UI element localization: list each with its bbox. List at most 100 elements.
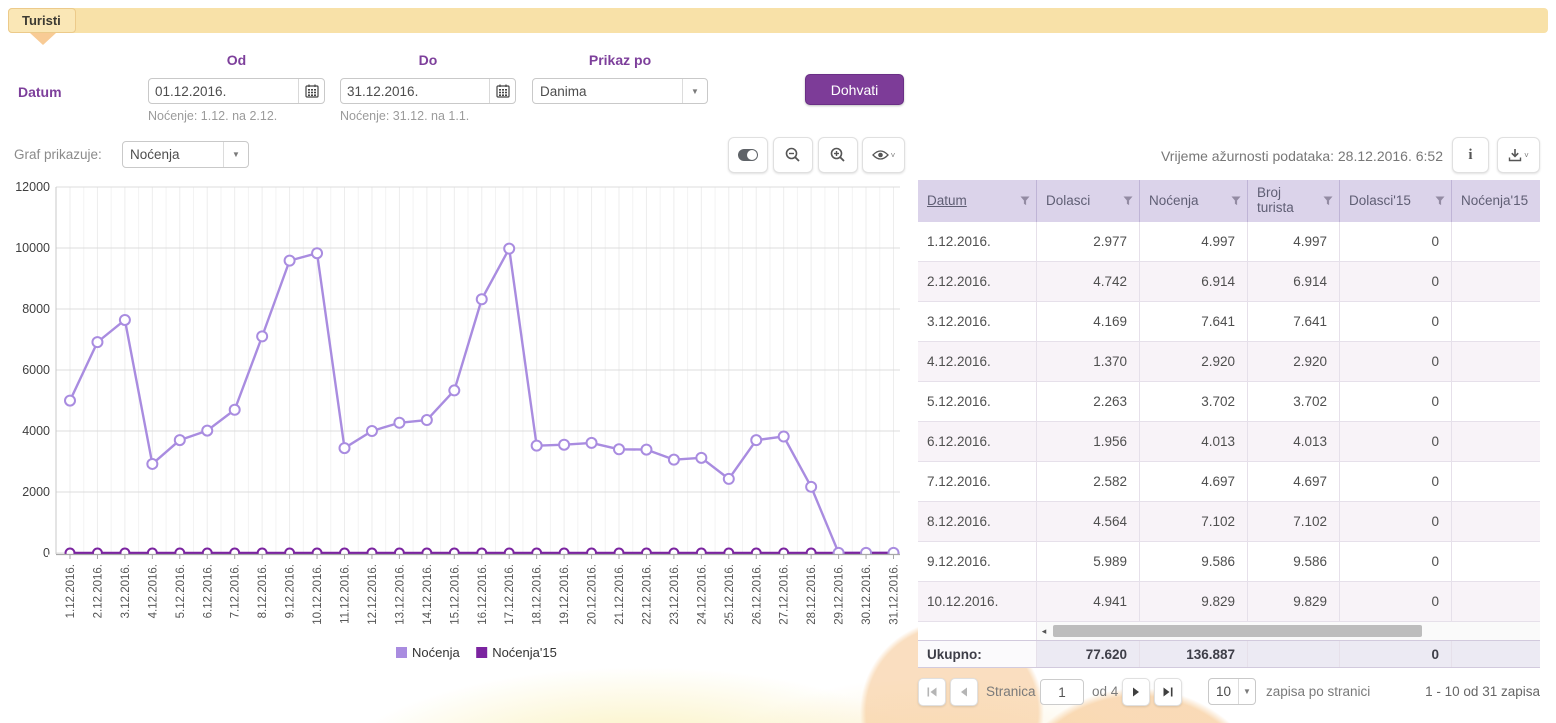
legend-swatch-0[interactable] bbox=[396, 647, 407, 658]
scrollbar-track[interactable] bbox=[1051, 624, 1540, 638]
data-point[interactable] bbox=[696, 453, 706, 463]
table-row[interactable]: 1.12.2016.2.9774.9974.9970 bbox=[918, 222, 1540, 262]
table-row[interactable]: 9.12.2016.5.9899.5869.5860 bbox=[918, 542, 1540, 582]
data-point[interactable] bbox=[120, 315, 130, 325]
data-point[interactable] bbox=[449, 385, 459, 395]
column-header-label[interactable]: Broj turista bbox=[1257, 186, 1319, 216]
data-point[interactable] bbox=[477, 294, 487, 304]
x-axis-tick-label: 3.12.2016. bbox=[120, 564, 132, 618]
data-point[interactable] bbox=[669, 455, 679, 465]
pagination-first-button[interactable] bbox=[918, 678, 946, 706]
data-point[interactable] bbox=[587, 438, 597, 448]
x-axis-tick-label: 12.12.2016. bbox=[367, 564, 379, 625]
column-header-1[interactable]: Dolasci bbox=[1037, 180, 1140, 222]
table-row[interactable]: 10.12.2016.4.9419.8299.8290 bbox=[918, 582, 1540, 622]
data-point[interactable] bbox=[806, 482, 816, 492]
chart-toggle-button[interactable] bbox=[728, 137, 768, 173]
x-axis-tick-label: 8.12.2016. bbox=[257, 564, 269, 618]
filter-icon[interactable] bbox=[1123, 196, 1133, 206]
date-from-calendar-button[interactable] bbox=[298, 79, 324, 103]
pagination-next-button[interactable] bbox=[1122, 678, 1150, 706]
zoom-out-button[interactable] bbox=[773, 137, 813, 173]
data-point[interactable] bbox=[779, 431, 789, 441]
table-row[interactable]: 6.12.2016.1.9564.0134.0130 bbox=[918, 422, 1540, 462]
zoom-in-button[interactable] bbox=[818, 137, 858, 173]
data-point[interactable] bbox=[532, 441, 542, 451]
table-row[interactable]: 3.12.2016.4.1697.6417.6410 bbox=[918, 302, 1540, 342]
x-axis-tick-label: 5.12.2016. bbox=[175, 564, 187, 618]
scroll-left-arrow-icon[interactable]: ◂ bbox=[1037, 626, 1051, 637]
data-point[interactable] bbox=[92, 337, 102, 347]
data-point[interactable] bbox=[257, 331, 267, 341]
filter-icon[interactable] bbox=[1020, 196, 1030, 206]
data-point[interactable] bbox=[751, 435, 761, 445]
data-updated-text: Vrijeme ažurnosti podataka: 28.12.2016. … bbox=[1100, 148, 1443, 164]
data-point[interactable] bbox=[340, 443, 350, 453]
prikaz-po-select[interactable]: Danima ▼ bbox=[532, 78, 708, 104]
info-button[interactable]: i bbox=[1452, 137, 1489, 173]
prev-page-icon bbox=[958, 686, 970, 698]
column-header-label[interactable]: Noćenja bbox=[1149, 194, 1199, 209]
page-number-input[interactable] bbox=[1040, 679, 1084, 705]
column-header-2[interactable]: Noćenja bbox=[1140, 180, 1248, 222]
table-cell: 10.12.2016. bbox=[918, 582, 1037, 622]
table-cell: 4.941 bbox=[1037, 582, 1140, 622]
column-header-label[interactable]: Noćenja'15 bbox=[1461, 194, 1528, 209]
table-row[interactable]: 2.12.2016.4.7426.9146.9140 bbox=[918, 262, 1540, 302]
data-point[interactable] bbox=[230, 405, 240, 415]
table-cell: 6.914 bbox=[1140, 262, 1248, 302]
data-point[interactable] bbox=[312, 248, 322, 258]
column-header-label[interactable]: Datum bbox=[927, 194, 967, 209]
date-from-input[interactable] bbox=[149, 84, 298, 99]
column-header-label[interactable]: Dolasci'15 bbox=[1349, 194, 1411, 209]
data-point[interactable] bbox=[175, 435, 185, 445]
table-row[interactable]: 4.12.2016.1.3702.9202.9200 bbox=[918, 342, 1540, 382]
table-row[interactable]: 8.12.2016.4.5647.1027.1020 bbox=[918, 502, 1540, 542]
data-point[interactable] bbox=[285, 256, 295, 266]
column-header-4[interactable]: Dolasci'15 bbox=[1340, 180, 1452, 222]
date-to-calendar-button[interactable] bbox=[489, 79, 515, 103]
legend-swatch-1[interactable] bbox=[476, 647, 487, 658]
filter-icon[interactable] bbox=[1435, 196, 1445, 206]
pagination-prev-button[interactable] bbox=[950, 678, 978, 706]
data-point[interactable] bbox=[147, 459, 157, 469]
data-point[interactable] bbox=[504, 244, 514, 254]
last-page-icon bbox=[1162, 686, 1174, 698]
table-row[interactable]: 5.12.2016.2.2633.7023.7020 bbox=[918, 382, 1540, 422]
chart-svg[interactable]: 0200040006000800010000120001.12.2016.2.1… bbox=[8, 180, 905, 670]
dohvati-button[interactable]: Dohvati bbox=[805, 74, 904, 105]
tab-turisti[interactable]: Turisti bbox=[8, 8, 76, 33]
legend-label-1[interactable]: Noćenja'15 bbox=[492, 645, 557, 660]
column-header-0[interactable]: Datum bbox=[918, 180, 1037, 222]
date-to-input[interactable] bbox=[341, 84, 489, 99]
filter-icon[interactable] bbox=[1323, 196, 1333, 206]
column-header-5[interactable]: Noćenja'15 bbox=[1452, 180, 1540, 222]
data-point[interactable] bbox=[614, 444, 624, 454]
x-axis-tick-label: 28.12.2016. bbox=[806, 564, 818, 625]
data-point[interactable] bbox=[202, 426, 212, 436]
legend-label-0[interactable]: Noćenja bbox=[412, 645, 460, 660]
data-point[interactable] bbox=[724, 474, 734, 484]
series-visibility-button[interactable]: ˅ bbox=[862, 137, 905, 173]
data-point[interactable] bbox=[559, 440, 569, 450]
horizontal-scrollbar[interactable]: ◂ ▸ bbox=[1037, 622, 1540, 640]
page-size-select[interactable]: 10 ▼ bbox=[1208, 678, 1256, 705]
datum-row-label: Datum bbox=[18, 84, 62, 100]
totals-cell: 136.887 bbox=[1140, 641, 1248, 667]
column-header-3[interactable]: Broj turista bbox=[1248, 180, 1340, 222]
graf-prikazuje-select[interactable]: Noćenja ▼ bbox=[122, 141, 249, 168]
filter-icon[interactable] bbox=[1231, 196, 1241, 206]
chevron-down-icon: ▼ bbox=[683, 87, 707, 96]
data-point[interactable] bbox=[367, 426, 377, 436]
download-button[interactable]: ˅ bbox=[1497, 137, 1540, 173]
scrollbar-thumb[interactable] bbox=[1053, 625, 1422, 637]
pagination-last-button[interactable] bbox=[1154, 678, 1182, 706]
column-header-label[interactable]: Dolasci bbox=[1046, 194, 1090, 209]
data-point[interactable] bbox=[422, 415, 432, 425]
data-point[interactable] bbox=[641, 445, 651, 455]
y-axis-tick-label: 4000 bbox=[22, 424, 50, 438]
data-point[interactable] bbox=[65, 396, 75, 406]
data-point[interactable] bbox=[394, 418, 404, 428]
table-scroll-row: ◂ ▸ bbox=[918, 622, 1540, 640]
table-row[interactable]: 7.12.2016.2.5824.6974.6970 bbox=[918, 462, 1540, 502]
